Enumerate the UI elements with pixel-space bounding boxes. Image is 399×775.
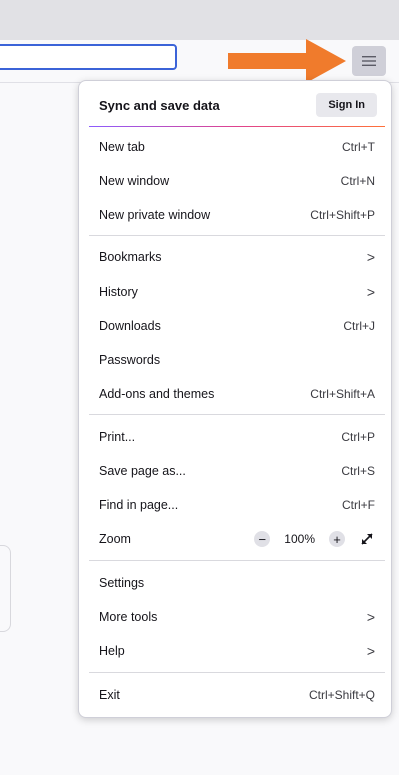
menu-item-shortcut: Ctrl+P [341, 430, 375, 444]
app-menu-panel: Sync and save data Sign In New tab Ctrl+… [78, 80, 392, 718]
menu-separator [89, 672, 385, 673]
zoom-in-button[interactable]: + [329, 531, 345, 547]
menu-item-history[interactable]: History > [89, 277, 385, 307]
menu-item-print[interactable]: Print... Ctrl+P [89, 422, 385, 452]
menu-item-label: Print... [99, 430, 136, 444]
menu-item-shortcut: Ctrl+Shift+A [310, 387, 375, 401]
side-panel-edge [0, 545, 11, 632]
app-menu-button[interactable] [352, 46, 386, 76]
menu-item-shortcut: Ctrl+S [341, 464, 375, 478]
menu-item-label: More tools [99, 610, 158, 624]
menu-item-passwords[interactable]: Passwords [89, 345, 385, 375]
sync-label: Sync and save data [99, 97, 220, 113]
menu-item-label: Find in page... [99, 498, 179, 512]
menu-item-find-in-page[interactable]: Find in page... Ctrl+F [89, 490, 385, 520]
menu-item-settings[interactable]: Settings [89, 568, 385, 598]
chevron-right-icon: > [366, 609, 375, 625]
address-bar[interactable] [0, 44, 177, 70]
chevron-right-icon: > [366, 249, 375, 265]
zoom-value[interactable]: 100% [284, 532, 315, 546]
menu-item-shortcut: Ctrl+F [342, 498, 375, 512]
menu-separator [89, 560, 385, 561]
menu-item-label: New private window [99, 208, 211, 222]
menu-item-downloads[interactable]: Downloads Ctrl+J [89, 311, 385, 341]
menu-item-label: Settings [99, 576, 145, 590]
chevron-right-icon: > [366, 284, 375, 300]
tab-strip [0, 0, 399, 40]
menu-item-new-private-window[interactable]: New private window Ctrl+Shift+P [89, 200, 385, 230]
hamburger-icon [362, 56, 376, 66]
menu-item-label: History [99, 285, 138, 299]
menu-item-label: Add-ons and themes [99, 387, 215, 401]
menu-item-label: New tab [99, 140, 145, 154]
menu-item-label: New window [99, 174, 170, 188]
menu-item-label: Downloads [99, 319, 161, 333]
menu-item-new-window[interactable]: New window Ctrl+N [89, 166, 385, 196]
menu-item-exit[interactable]: Exit Ctrl+Shift+Q [89, 680, 385, 710]
menu-item-more-tools[interactable]: More tools > [89, 602, 385, 632]
fullscreen-icon [361, 533, 373, 545]
menu-item-help[interactable]: Help > [89, 636, 385, 666]
menu-item-label: Passwords [99, 353, 161, 367]
zoom-out-button[interactable]: − [254, 531, 271, 547]
menu-item-shortcut: Ctrl+T [342, 140, 375, 154]
menu-item-label: Exit [99, 688, 120, 702]
zoom-controls: − 100% + [254, 531, 375, 547]
menu-item-add-ons-and-themes[interactable]: Add-ons and themes Ctrl+Shift+A [89, 379, 385, 409]
sync-divider [89, 126, 385, 127]
menu-item-shortcut: Ctrl+N [340, 174, 375, 188]
orange-arrow-annotation [228, 39, 346, 83]
zoom-label: Zoom [99, 532, 131, 546]
sign-in-button[interactable]: Sign In [316, 93, 377, 117]
menu-item-shortcut: Ctrl+Shift+P [310, 208, 375, 222]
menu-separator [89, 414, 385, 415]
menu-item-label: Help [99, 644, 125, 658]
menu-item-save-page-as[interactable]: Save page as... Ctrl+S [89, 456, 385, 486]
menu-item-label: Bookmarks [99, 250, 162, 264]
menu-item-new-tab[interactable]: New tab Ctrl+T [89, 132, 385, 162]
menu-item-shortcut: Ctrl+Shift+Q [308, 688, 375, 702]
chevron-right-icon: > [366, 643, 375, 659]
menu-item-bookmarks[interactable]: Bookmarks > [89, 242, 385, 272]
menu-item-zoom: Zoom − 100% + [89, 524, 385, 554]
menu-separator [89, 235, 385, 236]
fullscreen-button[interactable] [359, 531, 375, 547]
sync-row: Sync and save data Sign In [89, 90, 381, 120]
menu-item-shortcut: Ctrl+J [343, 319, 375, 333]
menu-item-label: Save page as... [99, 464, 186, 478]
